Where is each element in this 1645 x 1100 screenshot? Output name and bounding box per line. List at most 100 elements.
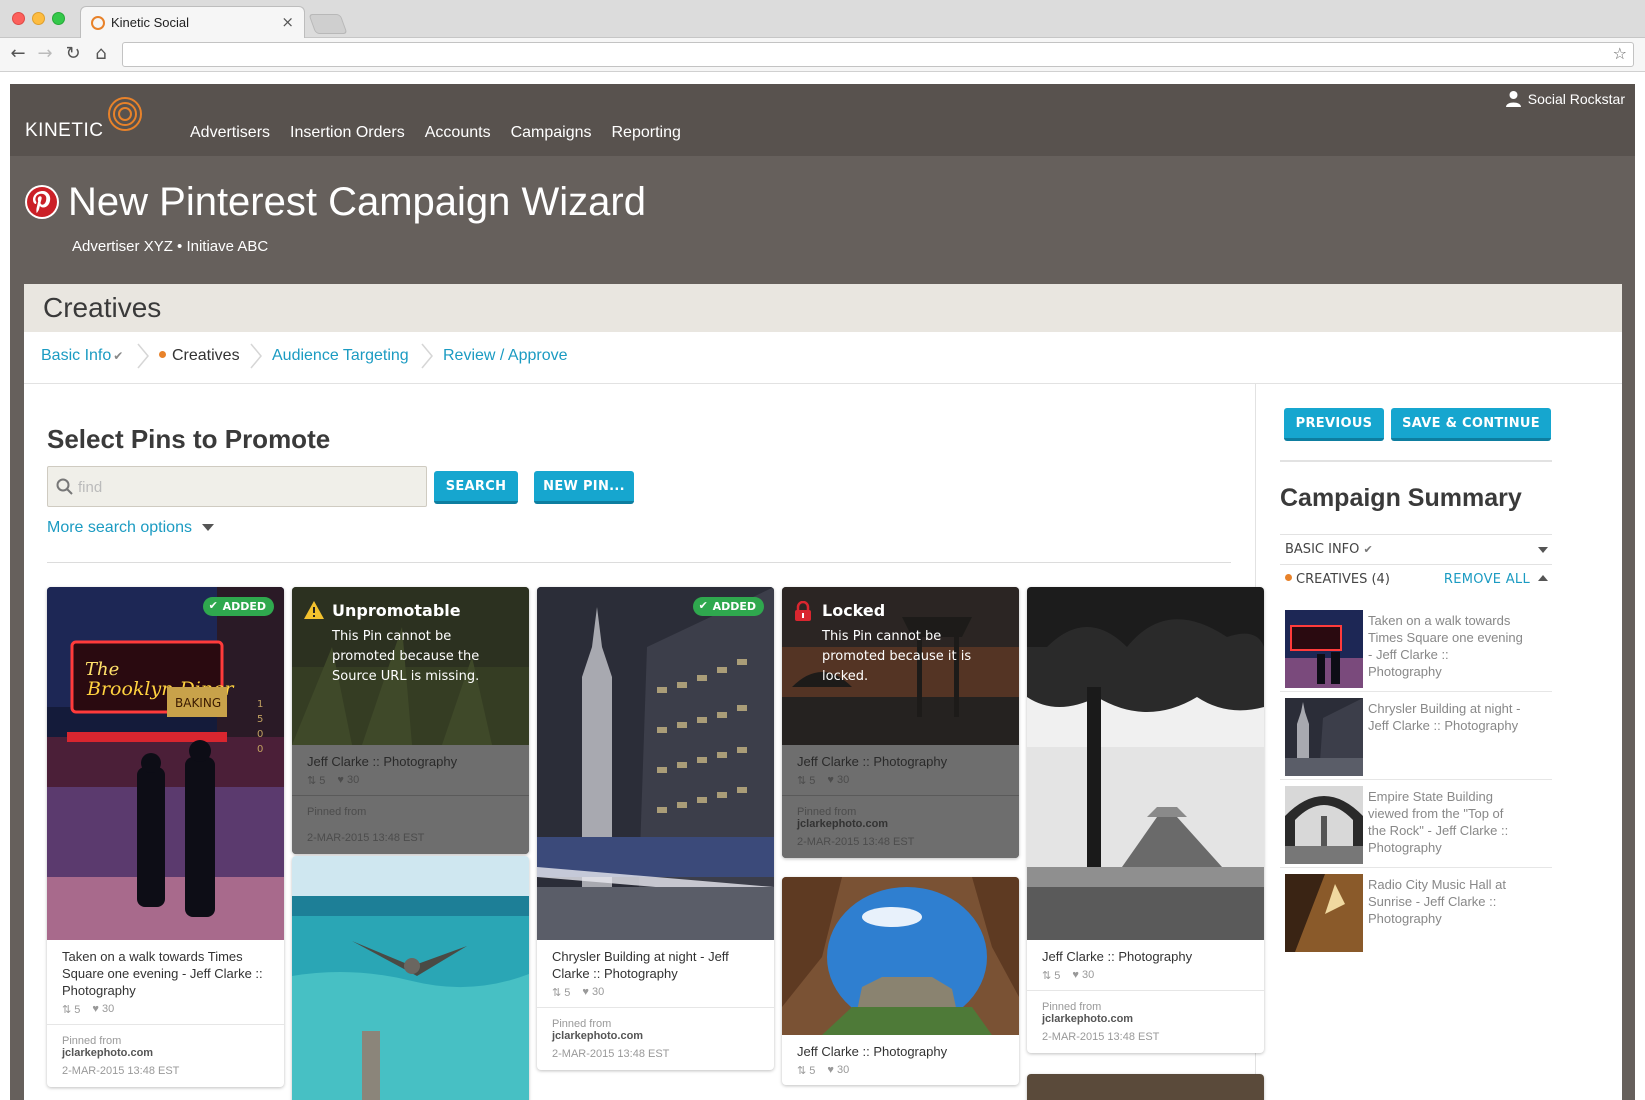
pin-date: 2-MAR-2015 13:48 EST: [307, 832, 425, 844]
search-input[interactable]: [78, 476, 418, 498]
wizard-steps: Basic Info ✔ Creatives Audience Targeting…: [24, 332, 1622, 384]
pin-card[interactable]: [1027, 1074, 1264, 1100]
chevron-up-icon[interactable]: [1538, 575, 1548, 581]
pinned-from-site: jclarkephoto.com: [552, 1030, 644, 1042]
like-count: ♥ 30: [1072, 969, 1095, 981]
pinned-from-site: jclarkephoto.com: [62, 1047, 154, 1059]
pyramid-photo: [1027, 587, 1264, 940]
svg-text:5: 5: [257, 714, 263, 725]
step-chevron-icon: [137, 343, 149, 369]
pin-card[interactable]: The Brooklyn Diner BAKING 1 5 0 0 ✔ ADDE…: [47, 587, 284, 1087]
overlay-message: This Pin cannot be promoted because it i…: [822, 629, 972, 684]
times-square-photo: The Brooklyn Diner BAKING 1 5 0 0: [47, 587, 284, 940]
user-icon: [1505, 91, 1521, 107]
more-search-options-link[interactable]: More search options: [47, 519, 214, 537]
back-arrow-icon[interactable]: ←: [7, 43, 29, 64]
previous-button[interactable]: PREVIOUS: [1284, 408, 1384, 441]
caret-down-icon: [201, 524, 214, 531]
step-creatives[interactable]: Creatives: [159, 347, 240, 365]
like-count: ♥ 30: [827, 774, 850, 786]
home-icon[interactable]: ⌂: [90, 43, 112, 64]
current-step-dot-icon: [159, 351, 166, 358]
search-button[interactable]: SEARCH: [434, 471, 518, 504]
repin-count: ⇅ 5: [1042, 970, 1061, 982]
lock-icon: [795, 601, 811, 621]
pinned-from-label: Pinned from: [552, 1018, 612, 1030]
overlay-message: This Pin cannot be promoted because the …: [332, 629, 480, 684]
pin-stats: ⇅ 5 ♥ 30: [552, 986, 759, 999]
summary-basic-info[interactable]: BASIC INFO ✔: [1280, 534, 1552, 564]
pin-stats: ⇅ 5 ♥ 30: [307, 774, 514, 787]
pinned-from-site: jclarkephoto.com: [1042, 1013, 1134, 1025]
locked-overlay: Locked This Pin cannot be promoted becau…: [782, 587, 1019, 745]
address-bar[interactable]: ☆: [122, 42, 1634, 67]
step-basic-info[interactable]: Basic Info ✔: [41, 347, 123, 365]
svg-text:0: 0: [257, 729, 263, 740]
user-menu[interactable]: Social Rockstar: [1505, 90, 1625, 107]
pin-body: Jeff Clarke :: Photography ⇅ 5 ♥ 30: [1027, 940, 1264, 990]
logo-text: KINETIC: [25, 120, 104, 141]
summary-creatives[interactable]: CREATIVES (4) REMOVE ALL: [1280, 564, 1552, 594]
save-continue-button[interactable]: SAVE & CONTINUE: [1391, 408, 1551, 441]
chevron-down-icon[interactable]: [1538, 547, 1548, 553]
reload-icon[interactable]: ↻: [62, 43, 84, 64]
creative-title: Chrysler Building at night - Jeff Clarke…: [1368, 701, 1521, 733]
browser-tab[interactable]: Kinetic Social ×: [80, 6, 305, 38]
pin-body: Taken on a walk towards Times Square one…: [47, 940, 284, 1024]
step-review-approve[interactable]: Review / Approve: [443, 347, 568, 365]
new-tab-button[interactable]: [308, 14, 348, 34]
repin-count: ⇅ 5: [797, 775, 816, 787]
pin-date: 2-MAR-2015 13:48 EST: [62, 1065, 180, 1077]
nav-campaigns[interactable]: Campaigns: [511, 124, 592, 142]
pin-card[interactable]: Jeff Clarke :: Photography ⇅ 5 ♥ 30 Pinn…: [1027, 587, 1264, 1053]
summary-label: BASIC INFO ✔: [1285, 542, 1373, 557]
summary-creative-item[interactable]: Radio City Music Hall at Sunrise - Jeff …: [1280, 868, 1552, 956]
pin-card[interactable]: ✔ ADDED Chrysler Building at night - Jeff…: [537, 587, 774, 1070]
repin-count: ⇅ 5: [552, 987, 571, 999]
pinned-from-label: Pinned from: [307, 806, 367, 818]
campaign-summary-title: Campaign Summary: [1280, 484, 1522, 512]
svg-text:BAKING: BAKING: [175, 696, 221, 710]
added-badge: ✔ ADDED: [202, 597, 274, 616]
search-icon: [56, 478, 73, 495]
heart-icon: ♥: [92, 1003, 102, 1015]
summary-creative-item[interactable]: Empire State Building viewed from the "T…: [1280, 780, 1552, 868]
pinned-from-label: Pinned from: [1042, 1001, 1102, 1013]
summary-creative-item[interactable]: Chrysler Building at night - Jeff Clarke…: [1280, 692, 1552, 780]
kinetic-favicon-icon: [91, 16, 105, 30]
minimize-window-button[interactable]: [32, 12, 45, 25]
pin-stats: ⇅ 5 ♥ 30: [797, 774, 1004, 787]
pinned-from-label: Pinned from: [797, 806, 857, 818]
repin-count: ⇅ 5: [62, 1004, 81, 1016]
nav-insertion-orders[interactable]: Insertion Orders: [290, 124, 405, 142]
pin-description: Jeff Clarke :: Photography: [797, 1044, 948, 1059]
forward-arrow-icon[interactable]: →: [34, 43, 56, 64]
pin-source: Pinned from jclarkephoto.com 2-MAR-2015 …: [782, 795, 1019, 858]
summary-creative-item[interactable]: Taken on a walk towards Times Square one…: [1280, 604, 1552, 692]
chrysler-building-photo: [537, 587, 774, 940]
remove-all-link[interactable]: REMOVE ALL: [1444, 572, 1530, 587]
summary-label: CREATIVES (4): [1285, 572, 1390, 587]
pin-card[interactable]: [292, 856, 529, 1100]
nav-advertisers[interactable]: Advertisers: [190, 124, 270, 142]
maximize-window-button[interactable]: [52, 12, 65, 25]
section-title: Select Pins to Promote: [47, 424, 331, 454]
heart-icon: ♥: [582, 986, 592, 998]
nav-accounts[interactable]: Accounts: [425, 124, 491, 142]
new-pin-button[interactable]: NEW PIN...: [534, 471, 634, 504]
pelican-photo: [292, 856, 529, 1100]
bookmark-star-icon[interactable]: ☆: [1613, 44, 1627, 63]
pin-image: Locked This Pin cannot be promoted becau…: [782, 587, 1019, 745]
step-audience-targeting[interactable]: Audience Targeting: [272, 347, 409, 365]
pin-image: The Brooklyn Diner BAKING 1 5 0 0 ✔ ADDE…: [47, 587, 284, 940]
pin-card[interactable]: Jeff Clarke :: Photography ⇅ 5 ♥ 30: [782, 877, 1019, 1085]
close-window-button[interactable]: [12, 12, 25, 25]
close-tab-icon[interactable]: ×: [281, 13, 294, 31]
main-nav: Advertisers Insertion Orders Accounts Ca…: [190, 124, 681, 142]
kinetic-logo[interactable]: KINETIC: [25, 94, 145, 149]
nav-reporting[interactable]: Reporting: [612, 124, 681, 142]
pinterest-icon: [25, 185, 59, 219]
pin-body: Jeff Clarke :: Photography ⇅ 5 ♥ 30: [782, 745, 1019, 795]
overlay-title: Locked: [822, 601, 886, 620]
pin-description: Taken on a walk towards Times Square one…: [62, 949, 263, 998]
